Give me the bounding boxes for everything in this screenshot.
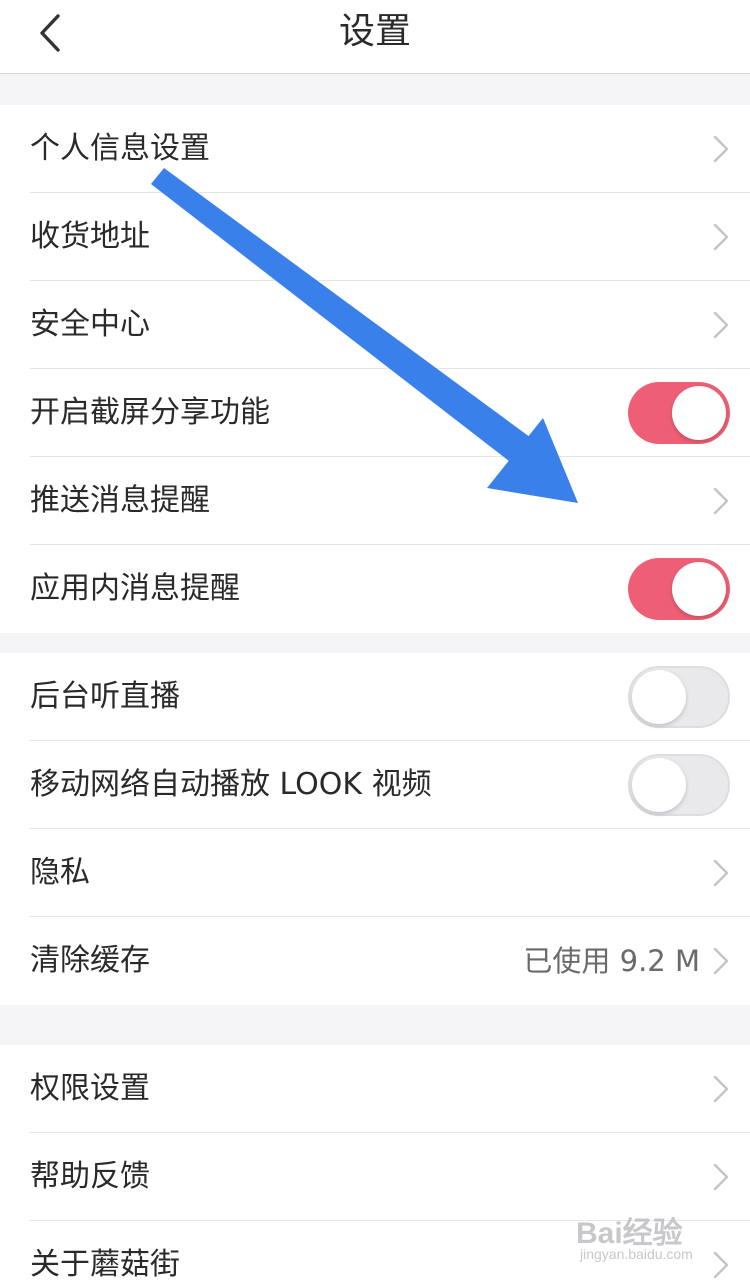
row-autoplay-look-video: 移动网络自动播放 LOOK 视频 [30, 741, 750, 829]
row-label: 清除缓存 [30, 943, 150, 978]
row-screenshot-share: 开启截屏分享功能 [30, 369, 750, 457]
in-app-notifications-toggle[interactable] [628, 558, 730, 620]
settings-group-account: 个人信息设置 收货地址 安全中心 开启截屏分享功能 推送消息提醒 应用内消息提醒 [0, 105, 750, 633]
chevron-right-icon [713, 1251, 729, 1279]
toggle-knob [672, 562, 726, 616]
toggle-knob [632, 758, 686, 812]
chevron-left-icon [40, 14, 60, 52]
row-label: 收货地址 [30, 219, 150, 254]
row-help-feedback[interactable]: 帮助反馈 [30, 1133, 750, 1221]
chevron-right-icon [713, 223, 729, 251]
row-clear-cache[interactable]: 清除缓存 已使用 9.2 M [30, 917, 750, 1005]
row-background-live: 后台听直播 [30, 653, 750, 741]
row-privacy[interactable]: 隐私 [30, 829, 750, 917]
settings-group-media: 后台听直播 移动网络自动播放 LOOK 视频 隐私 清除缓存 已使用 9.2 M [0, 653, 750, 1005]
chevron-right-icon [713, 487, 729, 515]
row-label: 移动网络自动播放 LOOK 视频 [30, 767, 432, 802]
cache-size-value: 已使用 9.2 M [523, 944, 700, 978]
row-label: 帮助反馈 [30, 1159, 150, 1194]
toggle-knob [672, 386, 726, 440]
row-label: 隐私 [30, 855, 90, 890]
row-personal-info[interactable]: 个人信息设置 [30, 105, 750, 193]
chevron-right-icon [713, 1075, 729, 1103]
row-push-notifications[interactable]: 推送消息提醒 [30, 457, 750, 545]
row-label: 推送消息提醒 [30, 483, 210, 518]
chevron-right-icon [713, 859, 729, 887]
row-label: 安全中心 [30, 307, 150, 342]
row-about[interactable]: 关于蘑菇街 [30, 1221, 750, 1281]
row-in-app-notifications: 应用内消息提醒 [30, 545, 750, 633]
chevron-right-icon [713, 947, 729, 975]
chevron-right-icon [713, 135, 729, 163]
row-shipping-address[interactable]: 收货地址 [30, 193, 750, 281]
chevron-right-icon [713, 1163, 729, 1191]
autoplay-look-video-toggle[interactable] [628, 754, 730, 816]
row-label: 开启截屏分享功能 [30, 395, 270, 430]
settings-group-about: 权限设置 帮助反馈 关于蘑菇街 [0, 1045, 750, 1281]
row-label: 权限设置 [30, 1071, 150, 1106]
row-label: 个人信息设置 [30, 131, 210, 166]
settings-screen: 设置 个人信息设置 收货地址 安全中心 开启截屏分享功能 推送消息提醒 应用内消… [0, 0, 750, 1281]
screenshot-share-toggle[interactable] [628, 382, 730, 444]
background-live-toggle[interactable] [628, 666, 730, 728]
row-label: 关于蘑菇街 [30, 1247, 180, 1281]
toggle-knob [632, 670, 686, 724]
row-label: 应用内消息提醒 [30, 571, 240, 606]
back-button[interactable] [26, 10, 78, 60]
page-title: 设置 [338, 11, 411, 52]
chevron-right-icon [713, 311, 729, 339]
row-security-center[interactable]: 安全中心 [30, 281, 750, 369]
navigation-bar: 设置 [0, 0, 750, 74]
row-label: 后台听直播 [30, 679, 180, 714]
row-permissions[interactable]: 权限设置 [30, 1045, 750, 1133]
